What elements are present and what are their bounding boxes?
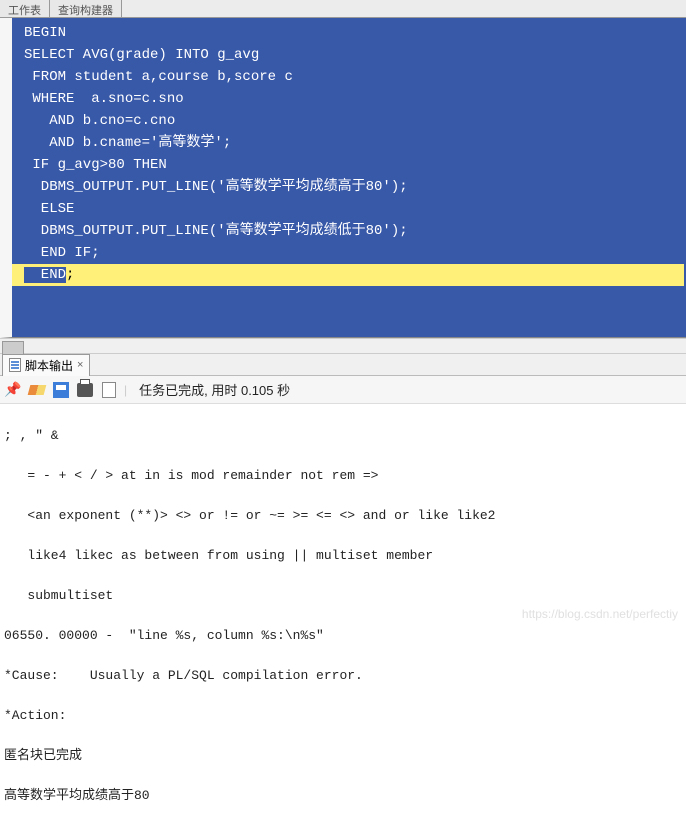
output-line: submultiset bbox=[0, 586, 686, 606]
output-tab-bar: 脚本输出 × bbox=[0, 354, 686, 376]
close-icon[interactable]: × bbox=[77, 359, 83, 371]
horizontal-scrollbar[interactable] bbox=[0, 338, 686, 354]
pin-icon[interactable]: 📌 bbox=[4, 381, 22, 399]
output-line: *Action: bbox=[0, 706, 686, 726]
save-icon[interactable] bbox=[52, 381, 70, 399]
tab-worksheet[interactable]: 工作表 bbox=[0, 0, 50, 17]
code-line: SELECT AVG(grade) INTO g_avg bbox=[12, 44, 684, 66]
code-line: END IF; bbox=[12, 242, 684, 264]
sql-editor[interactable]: BEGIN SELECT AVG(grade) INTO g_avg FROM … bbox=[0, 18, 686, 338]
output-line: ; , " & bbox=[0, 426, 686, 446]
tab-query-builder[interactable]: 查询构建器 bbox=[50, 0, 122, 17]
code-line: AND b.cname='高等数学'; bbox=[12, 132, 684, 154]
editor-tabs: 工作表 查询构建器 bbox=[0, 0, 686, 18]
code-line-cursor: END; bbox=[12, 264, 684, 286]
document-icon[interactable] bbox=[100, 381, 118, 399]
output-toolbar: 📌 | 任务已完成, 用时 0.105 秒 bbox=[0, 376, 686, 404]
code-line: DBMS_OUTPUT.PUT_LINE('高等数学平均成绩低于80'); bbox=[12, 220, 684, 242]
code-line: ELSE bbox=[12, 198, 684, 220]
code-line: IF g_avg>80 THEN bbox=[12, 154, 684, 176]
output-line: 06550. 00000 - "line %s, column %s:\n%s" bbox=[0, 626, 686, 646]
script-output-icon bbox=[9, 358, 21, 372]
code-line: WHERE a.sno=c.sno bbox=[12, 88, 684, 110]
watermark: https://blog.csdn.net/perfectiy bbox=[522, 607, 678, 621]
output-line: <an exponent (**)> <> or != or ~= >= <= … bbox=[0, 506, 686, 526]
tab-script-output[interactable]: 脚本输出 × bbox=[2, 354, 90, 376]
eraser-icon[interactable] bbox=[28, 381, 46, 399]
code-line: BEGIN bbox=[12, 22, 684, 44]
code-line: AND b.cno=c.cno bbox=[12, 110, 684, 132]
output-line: like4 likec as between from using || mul… bbox=[0, 546, 686, 566]
output-line: 高等数学平均成绩高于80 bbox=[0, 786, 686, 806]
code-line: FROM student a,course b,score c bbox=[12, 66, 684, 88]
output-line: *Cause: Usually a PL/SQL compilation err… bbox=[0, 666, 686, 686]
print-icon[interactable] bbox=[76, 381, 94, 399]
output-line: 匿名块已完成 bbox=[0, 746, 686, 766]
status-text: 任务已完成, 用时 0.105 秒 bbox=[139, 380, 290, 399]
tab-label: 脚本输出 bbox=[25, 357, 73, 374]
output-line: = - + < / > at in is mod remainder not r… bbox=[0, 466, 686, 486]
code-line: DBMS_OUTPUT.PUT_LINE('高等数学平均成绩高于80'); bbox=[12, 176, 684, 198]
